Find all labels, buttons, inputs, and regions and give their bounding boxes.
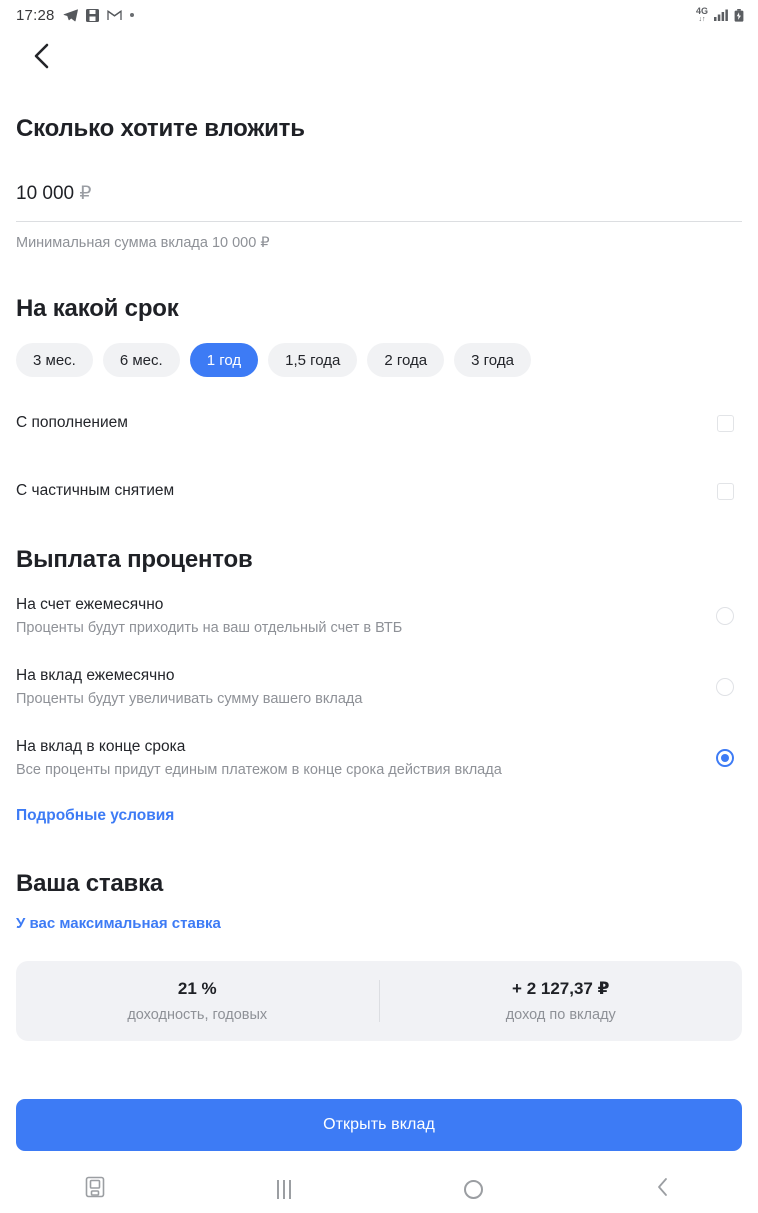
nav-recents-button[interactable]: [190, 1179, 380, 1199]
term-section-title: На какой срок: [16, 295, 179, 322]
checkbox-topup[interactable]: [717, 414, 734, 432]
chevron-left-icon: [32, 43, 52, 74]
nav-back-button[interactable]: [569, 1177, 758, 1202]
nav-home-button[interactable]: [379, 1179, 569, 1199]
checkbox-withdrawal[interactable]: [717, 482, 734, 500]
payout-option-subtitle: Проценты будут приходить на ваш отдельны…: [16, 620, 403, 636]
payout-option-title: На вклад в конце срока: [16, 738, 186, 755]
payout-option-title: На вклад ежемесячно: [16, 667, 175, 684]
payout-option-text: На вклад ежемесячно Проценты будут увели…: [16, 667, 378, 707]
term-chip-3y[interactable]: 3 года: [454, 343, 531, 377]
radio-deposit-end[interactable]: [716, 749, 734, 767]
result-cell-rate: 21 % доходность, годовых: [16, 979, 379, 1023]
status-bar: 17:28 4G ↓↑: [0, 0, 758, 30]
back-icon: [656, 1177, 670, 1202]
radio-deposit-monthly[interactable]: [716, 678, 734, 696]
dot-icon: [129, 13, 134, 17]
result-income-label: доход по вкладу: [505, 1007, 616, 1023]
amount-hint-text: Минимальная сумма вклада 10 000 ₽: [16, 235, 270, 251]
status-bar-right: 4G ↓↑: [696, 7, 744, 23]
status-bar-clock: 17:28: [16, 6, 55, 24]
term-chip-2y[interactable]: 2 года: [367, 343, 445, 377]
toggle-label-withdrawal: С частичным снятием: [16, 482, 175, 499]
result-rate-value: 21 %: [177, 979, 217, 998]
radio-account-monthly[interactable]: [716, 607, 734, 625]
payout-option-deposit-end[interactable]: На вклад в конце срока Все проценты прид…: [16, 738, 742, 778]
term-chip-1y[interactable]: 1 год: [189, 343, 259, 377]
battery-icon: [734, 8, 744, 22]
nav-screenshot-button[interactable]: [0, 1176, 190, 1203]
payout-option-text: На счет ежемесячно Проценты будут приход…: [16, 596, 418, 636]
screenshot-icon: [85, 1176, 105, 1203]
payout-option-subtitle: Проценты будут увеличивать сумму вашего …: [16, 691, 363, 707]
term-chip-1-5y[interactable]: 1,5 года: [268, 343, 358, 377]
rate-section-title: Ваша ставка: [16, 870, 164, 897]
max-rate-note[interactable]: У вас максимальная ставка: [16, 915, 221, 932]
payout-option-account-monthly[interactable]: На счет ежемесячно Проценты будут приход…: [16, 596, 742, 636]
amount-input[interactable]: 10 000 ₽: [16, 182, 742, 221]
result-summary-card: 21 % доходность, годовых + 2 127,37 ₽ до…: [16, 961, 742, 1041]
term-chip-group: 3 мес. 6 мес. 1 год 1,5 года 2 года 3 го…: [16, 343, 742, 377]
open-deposit-button[interactable]: Открыть вклад: [16, 1099, 742, 1151]
recents-icon: [277, 1179, 292, 1199]
payout-option-subtitle: Все проценты придут единым платежом в ко…: [16, 762, 502, 778]
result-income-value: + 2 127,37 ₽: [512, 979, 610, 998]
top-app-bar: [0, 30, 758, 86]
result-cell-income: + 2 127,37 ₽ доход по вкладу: [380, 979, 743, 1023]
toggle-row-withdrawal[interactable]: С частичным снятием: [16, 474, 742, 508]
payout-option-title: На счет ежемесячно: [16, 596, 164, 613]
amount-value-text: 10 000: [16, 183, 75, 204]
payout-option-deposit-monthly[interactable]: На вклад ежемесячно Проценты будут увели…: [16, 667, 742, 707]
amount-input-underline: [16, 221, 742, 222]
payout-section-title: Выплата процентов: [16, 546, 253, 573]
currency-symbol: ₽: [79, 183, 92, 204]
main-content: Сколько хотите вложить 10 000 ₽ Минималь…: [0, 115, 758, 1151]
signal-icon: [714, 9, 728, 21]
amount-field-wrapper: 10 000 ₽ Минимальная сумма вклада 10 000…: [16, 182, 742, 251]
back-button[interactable]: [22, 38, 62, 78]
toggle-label-topup: С пополнением: [16, 414, 128, 431]
payout-option-text: На вклад в конце срока Все проценты прид…: [16, 738, 518, 778]
term-chip-6m[interactable]: 6 мес.: [102, 343, 180, 377]
detailed-terms-link[interactable]: Подробные условия: [16, 807, 174, 825]
result-rate-label: доходность, годовых: [127, 1007, 268, 1023]
app-screen: 17:28 4G ↓↑ Сколько хотите вложить 10 00…: [0, 0, 758, 1213]
android-navigation-bar: [0, 1165, 758, 1213]
network-type-label: 4G ↓↑: [695, 6, 708, 24]
gmail-icon: [106, 9, 122, 21]
toggle-row-topup[interactable]: С пополнением: [16, 406, 742, 440]
term-chip-3m[interactable]: 3 мес.: [16, 343, 93, 377]
save-icon: [85, 8, 99, 22]
status-bar-left: 17:28: [16, 7, 134, 24]
home-icon: [464, 1179, 484, 1199]
telegram-icon: [63, 8, 78, 22]
invest-section-title: Сколько хотите вложить: [16, 115, 305, 142]
